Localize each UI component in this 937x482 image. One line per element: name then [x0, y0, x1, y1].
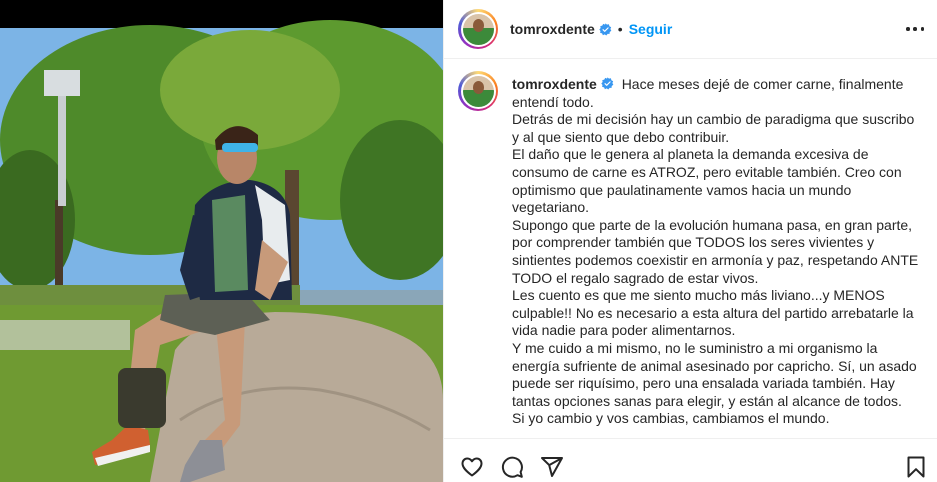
follow-button[interactable]: Seguir — [629, 21, 673, 37]
author-avatar[interactable] — [458, 9, 498, 49]
caption-text-container: tomroxdente Hace meses dejé de comer car… — [512, 76, 928, 428]
comment-icon[interactable] — [500, 455, 524, 479]
heart-icon[interactable] — [460, 455, 484, 479]
header-separator: • — [617, 21, 623, 37]
avatar-frame — [460, 11, 496, 47]
avatar-image — [462, 13, 494, 45]
avatar-image — [462, 75, 494, 107]
avatar-frame — [460, 73, 496, 109]
caption-body: Hace meses dejé de comer carne, finalmen… — [512, 76, 919, 427]
post-photo-illustration — [0, 0, 443, 482]
more-dot — [920, 27, 924, 31]
share-icon[interactable] — [540, 455, 564, 479]
verified-badge-icon — [601, 77, 614, 90]
caption-block: tomroxdente Hace meses dejé de comer car… — [458, 71, 928, 428]
post-header: tomroxdente • Seguir — [444, 0, 937, 59]
post-side-panel: tomroxdente • Seguir tomroxdente Hace me… — [443, 0, 937, 482]
bookmark-icon[interactable] — [904, 455, 928, 479]
more-dot — [906, 27, 910, 31]
more-options-icon[interactable] — [906, 20, 924, 38]
caption-author-avatar[interactable] — [458, 71, 498, 111]
caption-username[interactable]: tomroxdente — [512, 76, 597, 92]
verified-badge-icon — [599, 22, 612, 36]
more-dot — [913, 27, 917, 31]
post-photo[interactable] — [0, 0, 443, 482]
action-bar — [444, 438, 937, 482]
author-username[interactable]: tomroxdente — [510, 21, 595, 37]
